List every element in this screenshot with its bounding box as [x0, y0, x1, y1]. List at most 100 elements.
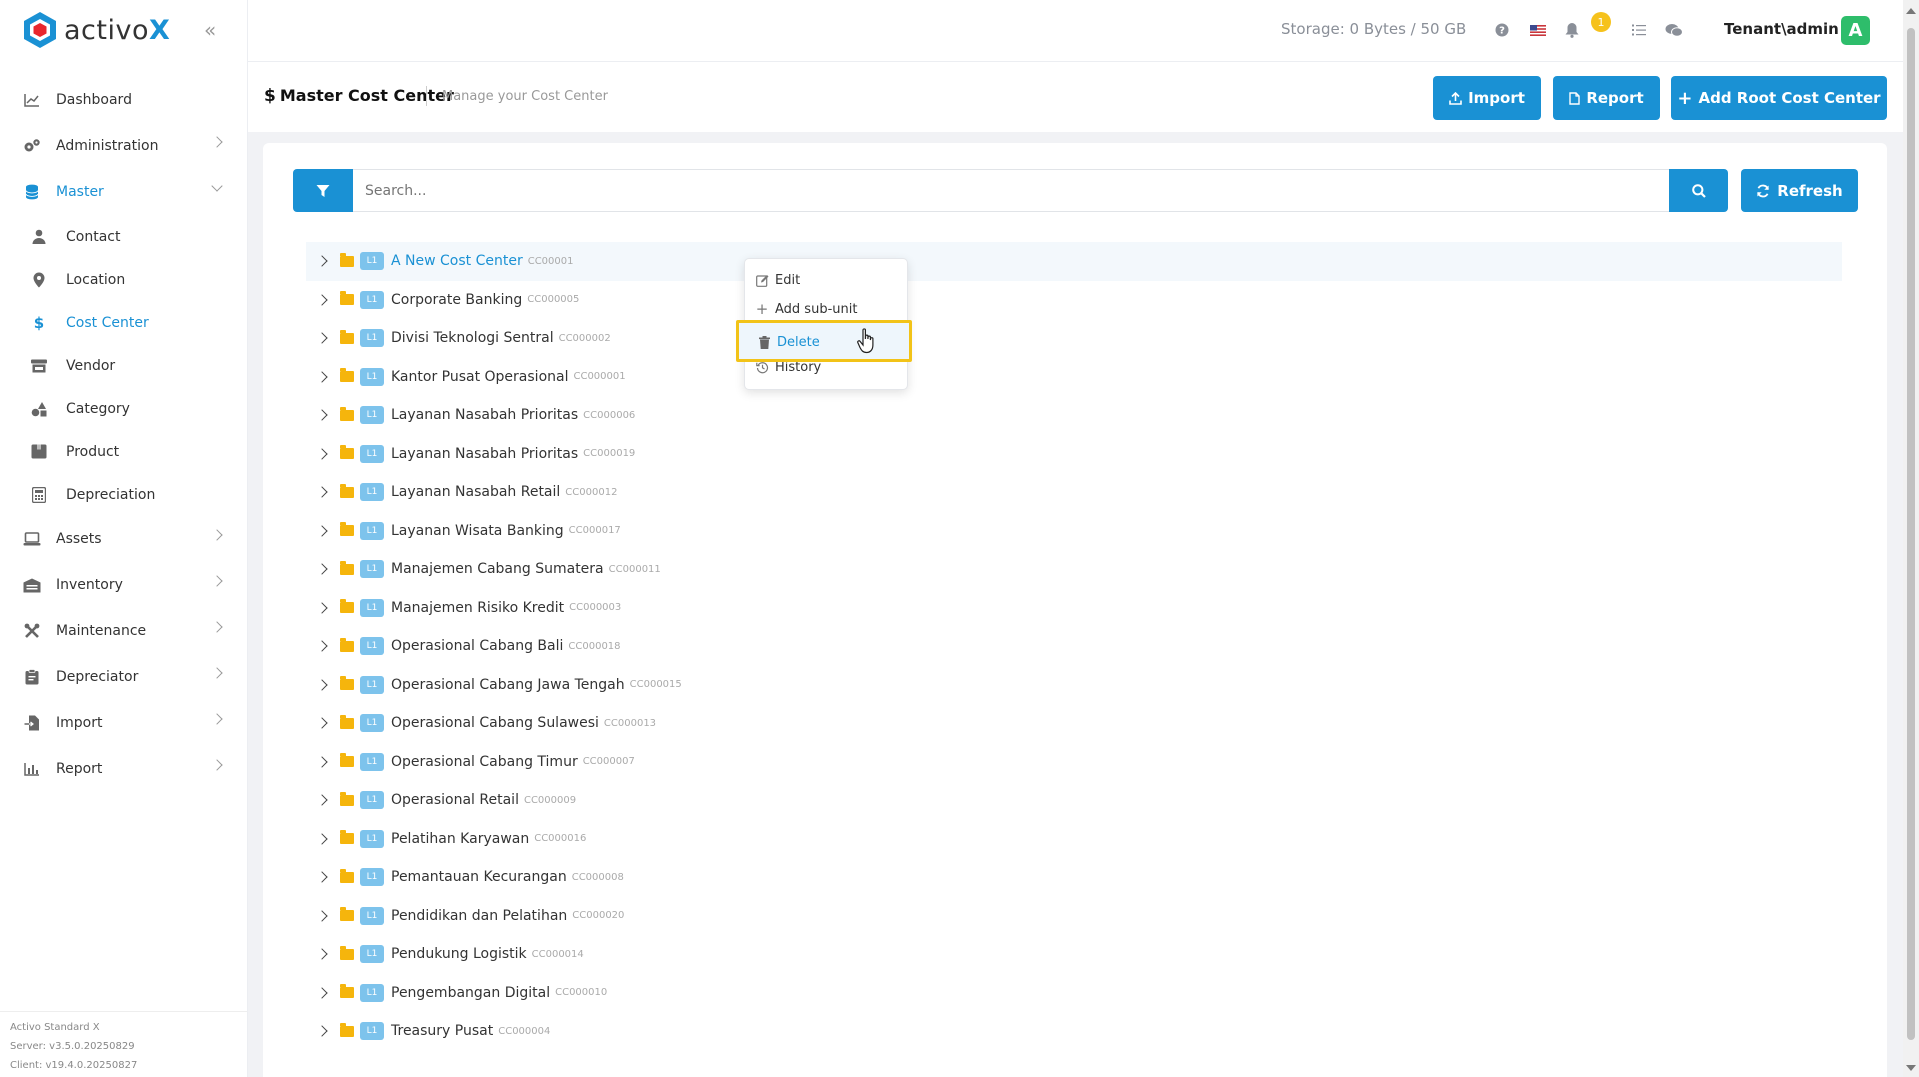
chevron-right-icon[interactable]	[316, 409, 328, 421]
help-icon[interactable]: ?	[1492, 20, 1512, 40]
bell-icon[interactable]	[1562, 20, 1582, 40]
sidebar-item-maintenance[interactable]: Maintenance	[0, 608, 247, 654]
level-badge: L1	[360, 714, 384, 733]
cost-center-code: CC000015	[629, 679, 682, 691]
chevron-right-icon[interactable]	[316, 794, 328, 806]
chevron-right-icon[interactable]	[316, 1025, 328, 1037]
sidebar-item-assets[interactable]: Assets	[0, 516, 247, 562]
tree-row[interactable]: L1 Pendidikan dan Pelatihan CC000020	[306, 897, 1842, 936]
sidebar-subitem-contact[interactable]: Contact	[0, 215, 247, 258]
tree-row[interactable]: L1 Operasional Cabang Sulawesi CC000013	[306, 704, 1842, 743]
cost-center-code: CC000005	[527, 294, 580, 306]
sidebar-subitem-category[interactable]: Category	[0, 387, 247, 430]
context-edit[interactable]: Edit	[755, 269, 800, 291]
sidebar-subitem-location[interactable]: Location	[0, 258, 247, 301]
chevron-right-icon[interactable]	[316, 294, 328, 306]
chat-icon[interactable]	[1664, 20, 1684, 40]
tree-row[interactable]: L1 Manajemen Cabang Sumatera CC000011	[306, 550, 1842, 589]
chevron-right-icon[interactable]	[316, 448, 328, 460]
tree-row[interactable]: L1 Corporate Banking CC000005	[306, 281, 1842, 320]
sidebar-subitem-product[interactable]: Product	[0, 430, 247, 473]
tree-row[interactable]: L1 Kantor Pusat Operasional CC000001	[306, 358, 1842, 397]
chevron-right-icon[interactable]	[316, 717, 328, 729]
chevron-right-icon[interactable]	[316, 640, 328, 652]
tree-row[interactable]: L1 Operasional Cabang Bali CC000018	[306, 627, 1842, 666]
server-version: Server: v3.5.0.20250829	[10, 1041, 135, 1052]
level-badge: L1	[360, 1022, 384, 1041]
level-badge: L1	[360, 637, 384, 656]
warehouse-icon	[22, 575, 42, 595]
scroll-down-arrow-icon[interactable]	[1906, 1065, 1916, 1071]
chevron-right-icon[interactable]	[316, 987, 328, 999]
chevron-right-icon[interactable]	[316, 756, 328, 768]
filter-button[interactable]	[293, 169, 353, 212]
chevron-right-icon[interactable]	[316, 371, 328, 383]
tree-row[interactable]: L1 Treasury Pusat CC000004	[306, 1012, 1842, 1051]
logo-text: activoX	[64, 14, 171, 46]
tree-row[interactable]: L1 Layanan Nasabah Retail CC000012	[306, 473, 1842, 512]
tree-row[interactable]: L1 Layanan Nasabah Prioritas CC000019	[306, 435, 1842, 474]
tree-row[interactable]: L1 Divisi Teknologi Sentral CC000002	[306, 319, 1842, 358]
search-button[interactable]	[1669, 169, 1728, 212]
chevron-right-icon[interactable]	[316, 679, 328, 691]
sidebar-item-report[interactable]: Report	[0, 746, 247, 792]
tree-row[interactable]: L1 Pemantauan Kecurangan CC000008	[306, 858, 1842, 897]
level-badge: L1	[360, 752, 384, 771]
report-button[interactable]: Report	[1553, 76, 1660, 120]
sidebar-item-administration[interactable]: Administration	[0, 123, 247, 169]
page-scrollbar[interactable]	[1903, 0, 1919, 1077]
language-flag-icon[interactable]	[1528, 20, 1548, 40]
import-button[interactable]: Import	[1433, 76, 1541, 120]
header-divider	[426, 86, 427, 106]
tree-row[interactable]: L1 A New Cost Center CC00001	[306, 242, 1842, 281]
sidebar-item-master[interactable]: Master	[0, 169, 247, 215]
tree-row[interactable]: L1 Pendukung Logistik CC000014	[306, 935, 1842, 974]
search-input[interactable]	[353, 169, 1669, 212]
chevron-right-icon[interactable]	[316, 525, 328, 537]
sidebar-subitem-depreciation[interactable]: Depreciation	[0, 473, 247, 516]
sidebar-item-inventory[interactable]: Inventory	[0, 562, 247, 608]
context-add-sub-unit[interactable]: + Add sub-unit	[755, 298, 858, 320]
edit-icon	[755, 273, 769, 287]
chevron-right-icon[interactable]	[316, 332, 328, 344]
sidebar-subitem-cost-center[interactable]: $ Cost Center	[0, 301, 247, 344]
chevron-right-icon[interactable]	[316, 910, 328, 922]
chevron-right-icon[interactable]	[316, 833, 328, 845]
sidebar-subitem-vendor[interactable]: Vendor	[0, 344, 247, 387]
tree-row[interactable]: L1 Layanan Wisata Banking CC000017	[306, 512, 1842, 551]
sidebar-item-depreciator[interactable]: Depreciator	[0, 654, 247, 700]
user-name[interactable]: Tenant\admin	[1724, 20, 1839, 38]
collapse-sidebar-icon[interactable]: «	[204, 18, 216, 42]
refresh-button[interactable]: Refresh	[1741, 169, 1858, 212]
scroll-thumb[interactable]	[1907, 28, 1915, 1040]
cost-center-name: Layanan Wisata Banking	[391, 522, 564, 539]
sidebar-subitem-label: Depreciation	[66, 486, 156, 503]
add-root-cost-center-button[interactable]: + Add Root Cost Center	[1671, 76, 1887, 120]
notification-badge: 1	[1591, 12, 1611, 32]
chevron-right-icon[interactable]	[316, 255, 328, 267]
chart-line-icon	[22, 90, 42, 110]
chevron-right-icon[interactable]	[316, 948, 328, 960]
context-delete-item[interactable]: Delete	[757, 331, 820, 353]
cost-center-code: CC000020	[572, 910, 625, 922]
sidebar-item-dashboard[interactable]: Dashboard	[0, 77, 247, 123]
tree-row[interactable]: L1 Manajemen Risiko Kredit CC000003	[306, 589, 1842, 628]
tree-row[interactable]: L1 Pengembangan Digital CC000010	[306, 974, 1842, 1013]
tree-row[interactable]: L1 Operasional Cabang Jawa Tengah CC0000…	[306, 666, 1842, 705]
tree-row[interactable]: L1 Operasional Retail CC000009	[306, 781, 1842, 820]
tree-row[interactable]: L1 Pelatihan Karyawan CC000016	[306, 820, 1842, 859]
chevron-right-icon[interactable]	[316, 563, 328, 575]
sidebar-item-import[interactable]: Import	[0, 700, 247, 746]
tree-row[interactable]: L1 Operasional Cabang Timur CC000007	[306, 743, 1842, 782]
task-list-icon[interactable]	[1629, 20, 1649, 40]
chevron-right-icon[interactable]	[316, 871, 328, 883]
cost-center-code: CC000010	[555, 987, 608, 999]
app-logo[interactable]: activoX	[22, 10, 170, 50]
tree-row[interactable]: L1 Layanan Nasabah Prioritas CC000006	[306, 396, 1842, 435]
scroll-up-arrow-icon[interactable]	[1906, 8, 1916, 14]
context-delete[interactable]: Delete	[736, 320, 912, 362]
avatar[interactable]: A	[1841, 16, 1870, 45]
chevron-right-icon	[211, 529, 223, 541]
chevron-right-icon[interactable]	[316, 602, 328, 614]
chevron-right-icon[interactable]	[316, 486, 328, 498]
